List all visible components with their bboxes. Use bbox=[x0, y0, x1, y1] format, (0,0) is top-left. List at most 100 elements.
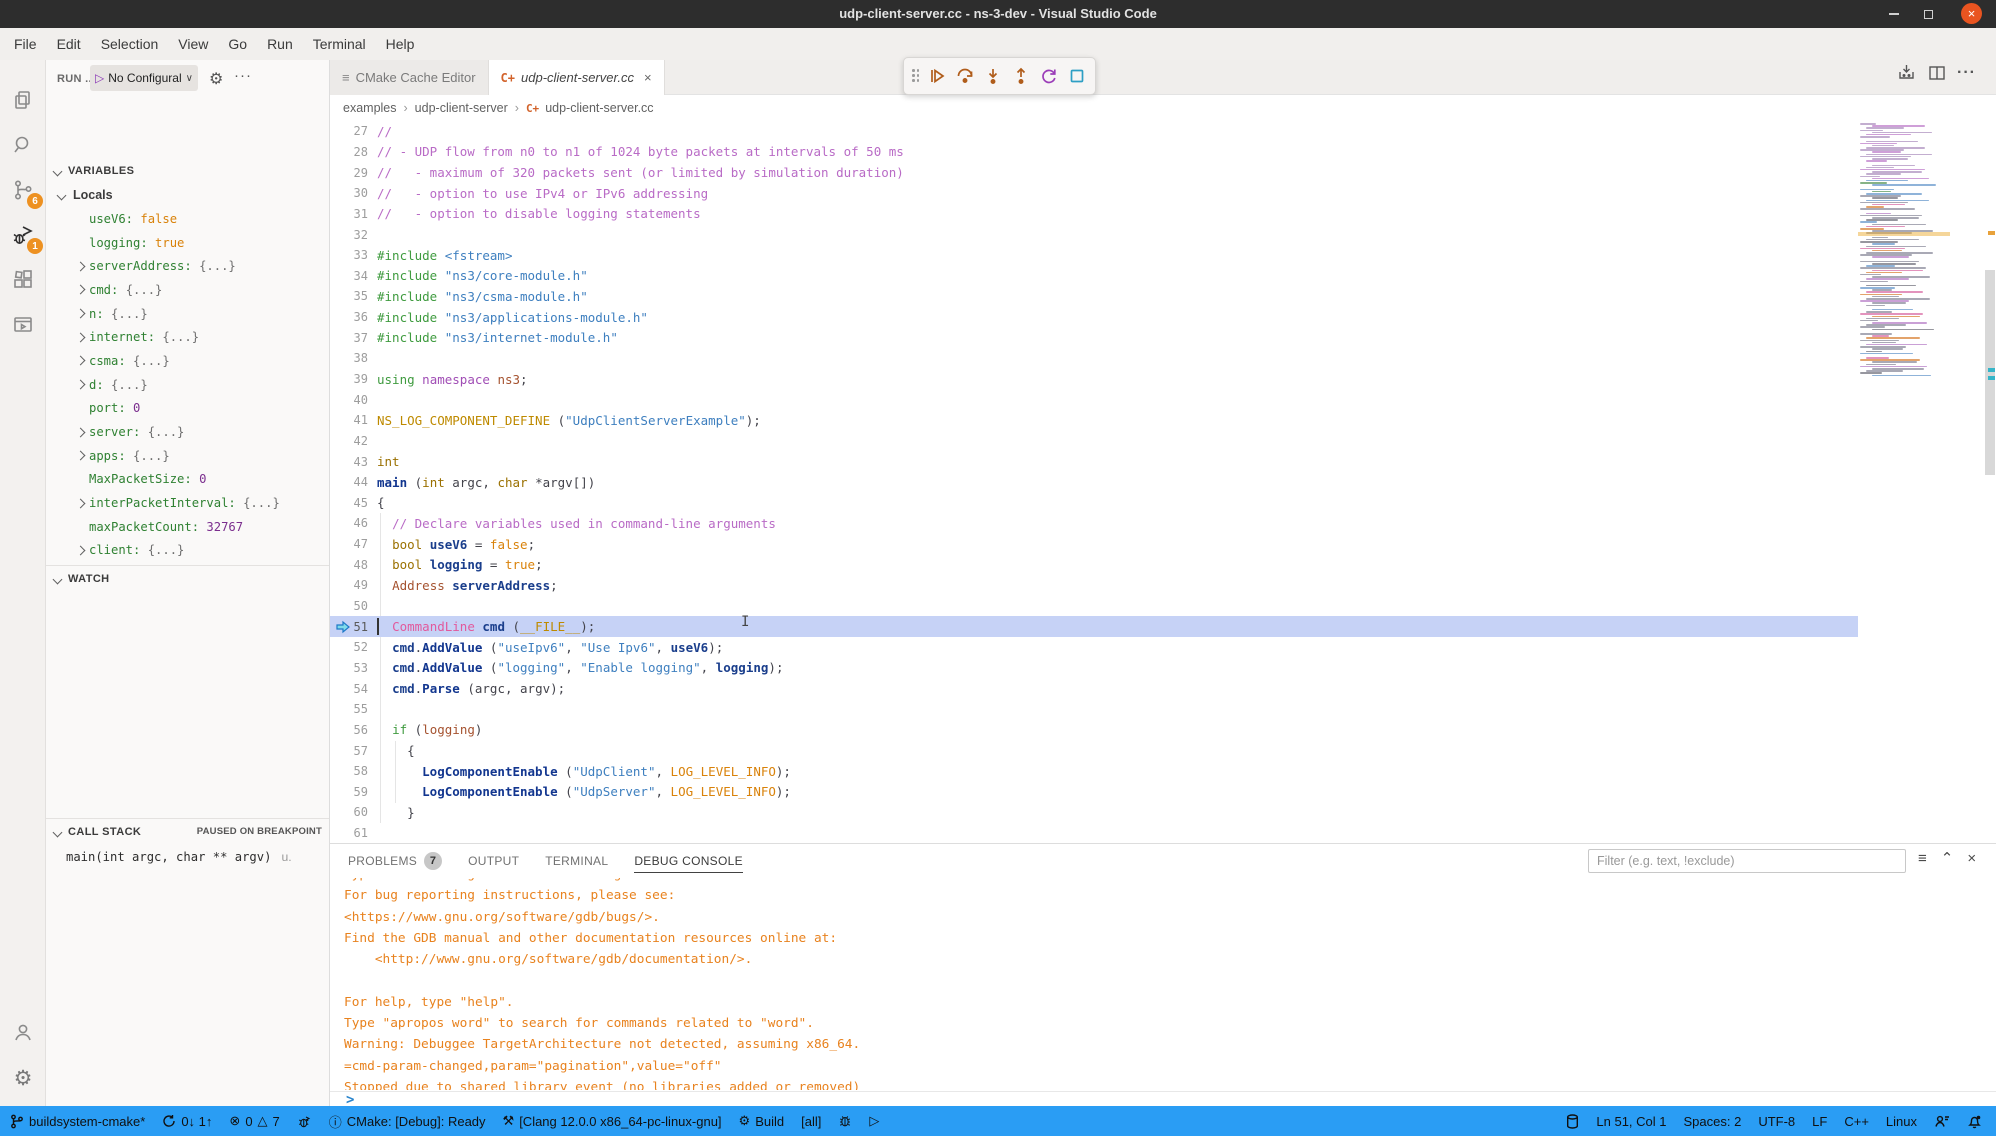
close-panel-icon[interactable]: × bbox=[1967, 850, 1976, 867]
problems-status[interactable]: ⊗ 0 △ 7 bbox=[229, 1113, 279, 1129]
console-filter-input[interactable] bbox=[1588, 849, 1906, 873]
variable-row[interactable]: useV6: false bbox=[46, 207, 330, 231]
variable-row[interactable]: serverAddress: {...} bbox=[46, 254, 330, 278]
filter-lines-icon[interactable]: ≡ bbox=[1918, 850, 1927, 867]
sidebar-item-run-debug[interactable]: 1 bbox=[0, 213, 46, 257]
code-line[interactable]: 31// - option to disable logging stateme… bbox=[330, 204, 1858, 225]
desktop-download-icon[interactable] bbox=[1896, 62, 1917, 83]
code-line[interactable]: 29// - maximum of 320 packets sent (or l… bbox=[330, 162, 1858, 183]
code-line[interactable]: 60 } bbox=[330, 802, 1858, 823]
toolbar-drag-handle[interactable] bbox=[912, 69, 919, 83]
watch-section-header[interactable]: WATCH bbox=[46, 568, 330, 590]
locals-scope-row[interactable]: Locals bbox=[58, 184, 113, 206]
variable-row[interactable]: client: {...} bbox=[46, 539, 330, 563]
maximize-button[interactable] bbox=[1918, 4, 1938, 24]
menu-edit[interactable]: Edit bbox=[47, 31, 91, 57]
language-mode[interactable]: C++ bbox=[1844, 1114, 1869, 1129]
code-line[interactable]: 35#include "ns3/csma-module.h" bbox=[330, 286, 1858, 307]
variable-row[interactable]: interPacketInterval: {...} bbox=[46, 491, 330, 515]
code-line[interactable]: 37#include "ns3/internet-module.h" bbox=[330, 327, 1858, 348]
restart-button[interactable] bbox=[1039, 66, 1059, 86]
step-into-button[interactable] bbox=[983, 66, 1003, 86]
code-line[interactable]: 54 cmd.Parse (argc, argv); bbox=[330, 678, 1858, 699]
breadcrumb-item[interactable]: udp-client-server.cc bbox=[545, 101, 653, 115]
variable-row[interactable]: server: {...} bbox=[46, 420, 330, 444]
tab-cmake-cache-editor[interactable]: ≡ CMake Cache Editor bbox=[330, 60, 489, 95]
variable-row[interactable]: logging: true bbox=[46, 231, 330, 255]
code-line[interactable]: 51 CommandLine cmd (__FILE__); bbox=[330, 616, 1858, 637]
code-line[interactable]: 42 bbox=[330, 431, 1858, 452]
variable-row[interactable]: apps: {...} bbox=[46, 444, 330, 468]
code-line[interactable]: 44main (int argc, char *argv[]) bbox=[330, 472, 1858, 493]
sidebar-item-cmake[interactable] bbox=[0, 303, 46, 347]
tab-problems[interactable]: PROBLEMS 7 bbox=[348, 844, 442, 878]
menu-file[interactable]: File bbox=[4, 31, 47, 57]
variable-row[interactable]: internet: {...} bbox=[46, 325, 330, 349]
code-line[interactable]: 49 Address serverAddress; bbox=[330, 575, 1858, 596]
indentation[interactable]: Spaces: 2 bbox=[1684, 1114, 1742, 1129]
more-actions-icon[interactable]: ··· bbox=[1957, 64, 1976, 82]
debug-console-output[interactable]: Type "show configuration" for configurat… bbox=[344, 878, 1974, 1090]
continue-button[interactable] bbox=[927, 66, 947, 86]
breadcrumb-item[interactable]: examples bbox=[343, 101, 397, 115]
code-line[interactable]: 48 bool logging = true; bbox=[330, 554, 1858, 575]
tab-terminal[interactable]: TERMINAL bbox=[545, 844, 608, 878]
close-window-button[interactable]: × bbox=[1961, 3, 1982, 24]
code-line[interactable]: 52 cmd.AddValue ("useIpv6", "Use Ipv6", … bbox=[330, 637, 1858, 658]
menu-go[interactable]: Go bbox=[218, 31, 257, 57]
cmake-status[interactable]: ⓘ CMake: [Debug]: Ready bbox=[329, 1112, 486, 1131]
settings-button[interactable]: ⚙ bbox=[0, 1056, 46, 1100]
cmake-build-button[interactable]: ⚙ Build bbox=[739, 1113, 785, 1129]
code-line[interactable]: 53 cmd.AddValue ("logging", "Enable logg… bbox=[330, 658, 1858, 679]
cursor-position[interactable]: Ln 51, Col 1 bbox=[1596, 1114, 1666, 1129]
code-line[interactable]: 57 { bbox=[330, 740, 1858, 761]
editor-scrollbar[interactable] bbox=[1985, 270, 1995, 475]
code-line[interactable]: 36#include "ns3/applications-module.h" bbox=[330, 307, 1858, 328]
menu-selection[interactable]: Selection bbox=[91, 31, 169, 57]
tab-udp-client-server[interactable]: C+ udp-client-server.cc × bbox=[489, 60, 665, 95]
variable-row[interactable]: port: 0 bbox=[46, 397, 330, 421]
code-line[interactable]: 45{ bbox=[330, 493, 1858, 514]
tab-output[interactable]: OUTPUT bbox=[468, 844, 519, 878]
variable-row[interactable]: d: {...} bbox=[46, 373, 330, 397]
notifications-button[interactable] bbox=[1967, 1114, 1982, 1129]
variable-row[interactable]: cmd: {...} bbox=[46, 278, 330, 302]
code-line[interactable]: 32 bbox=[330, 224, 1858, 245]
code-line[interactable]: 56 if (logging) bbox=[330, 720, 1858, 741]
call-stack-section-header[interactable]: CALL STACK PAUSED ON BREAKPOINT bbox=[46, 821, 330, 843]
code-line[interactable]: 30// - option to use IPv4 or IPv6 addres… bbox=[330, 183, 1858, 204]
code-line[interactable]: 43int bbox=[330, 451, 1858, 472]
scm-status[interactable]: buildsystem-cmake* bbox=[10, 1114, 145, 1129]
stop-button[interactable] bbox=[1067, 66, 1087, 86]
launch-target-button[interactable]: ▷ bbox=[869, 1113, 879, 1129]
code-line[interactable]: 58 LogComponentEnable ("UdpClient", LOG_… bbox=[330, 761, 1858, 782]
call-stack-frame[interactable]: main(int argc, char ** argv)u. bbox=[66, 846, 292, 868]
sidebar-item-explorer[interactable] bbox=[0, 78, 46, 122]
maximize-panel-icon[interactable]: ⌃ bbox=[1941, 849, 1954, 867]
code-line[interactable]: 27// bbox=[330, 121, 1858, 142]
code-line[interactable]: 40 bbox=[330, 389, 1858, 410]
menu-help[interactable]: Help bbox=[376, 31, 425, 57]
variable-row[interactable]: csma: {...} bbox=[46, 349, 330, 373]
minimize-button[interactable] bbox=[1884, 4, 1904, 24]
code-line[interactable]: 33#include <fstream> bbox=[330, 245, 1858, 266]
code-line[interactable]: 34#include "ns3/core-module.h" bbox=[330, 265, 1858, 286]
cache-status[interactable] bbox=[1566, 1114, 1579, 1129]
code-line[interactable]: 59 LogComponentEnable ("UdpServer", LOG_… bbox=[330, 782, 1858, 803]
debug-more-actions[interactable]: ··· bbox=[234, 67, 252, 84]
encoding[interactable]: UTF-8 bbox=[1758, 1114, 1795, 1129]
code-line[interactable]: 47 bool useV6 = false; bbox=[330, 534, 1858, 555]
step-over-button[interactable] bbox=[955, 66, 975, 86]
eol-sequence[interactable]: LF bbox=[1812, 1114, 1827, 1129]
variable-row[interactable]: MaxPacketSize: 0 bbox=[46, 468, 330, 492]
breadcrumb-item[interactable]: udp-client-server bbox=[415, 101, 508, 115]
feedback-button[interactable] bbox=[1934, 1114, 1950, 1128]
accounts-button[interactable] bbox=[0, 1010, 46, 1054]
code-line[interactable]: 41NS_LOG_COMPONENT_DEFINE ("UdpClientSer… bbox=[330, 410, 1858, 431]
variable-row[interactable]: n: {...} bbox=[46, 302, 330, 326]
cmake-debug-target-button[interactable] bbox=[838, 1114, 852, 1128]
debug-config-dropdown[interactable]: ▷ No Configural ∨ bbox=[90, 65, 198, 91]
menu-run[interactable]: Run bbox=[257, 31, 303, 57]
step-out-button[interactable] bbox=[1011, 66, 1031, 86]
minimap[interactable] bbox=[1858, 121, 1950, 843]
